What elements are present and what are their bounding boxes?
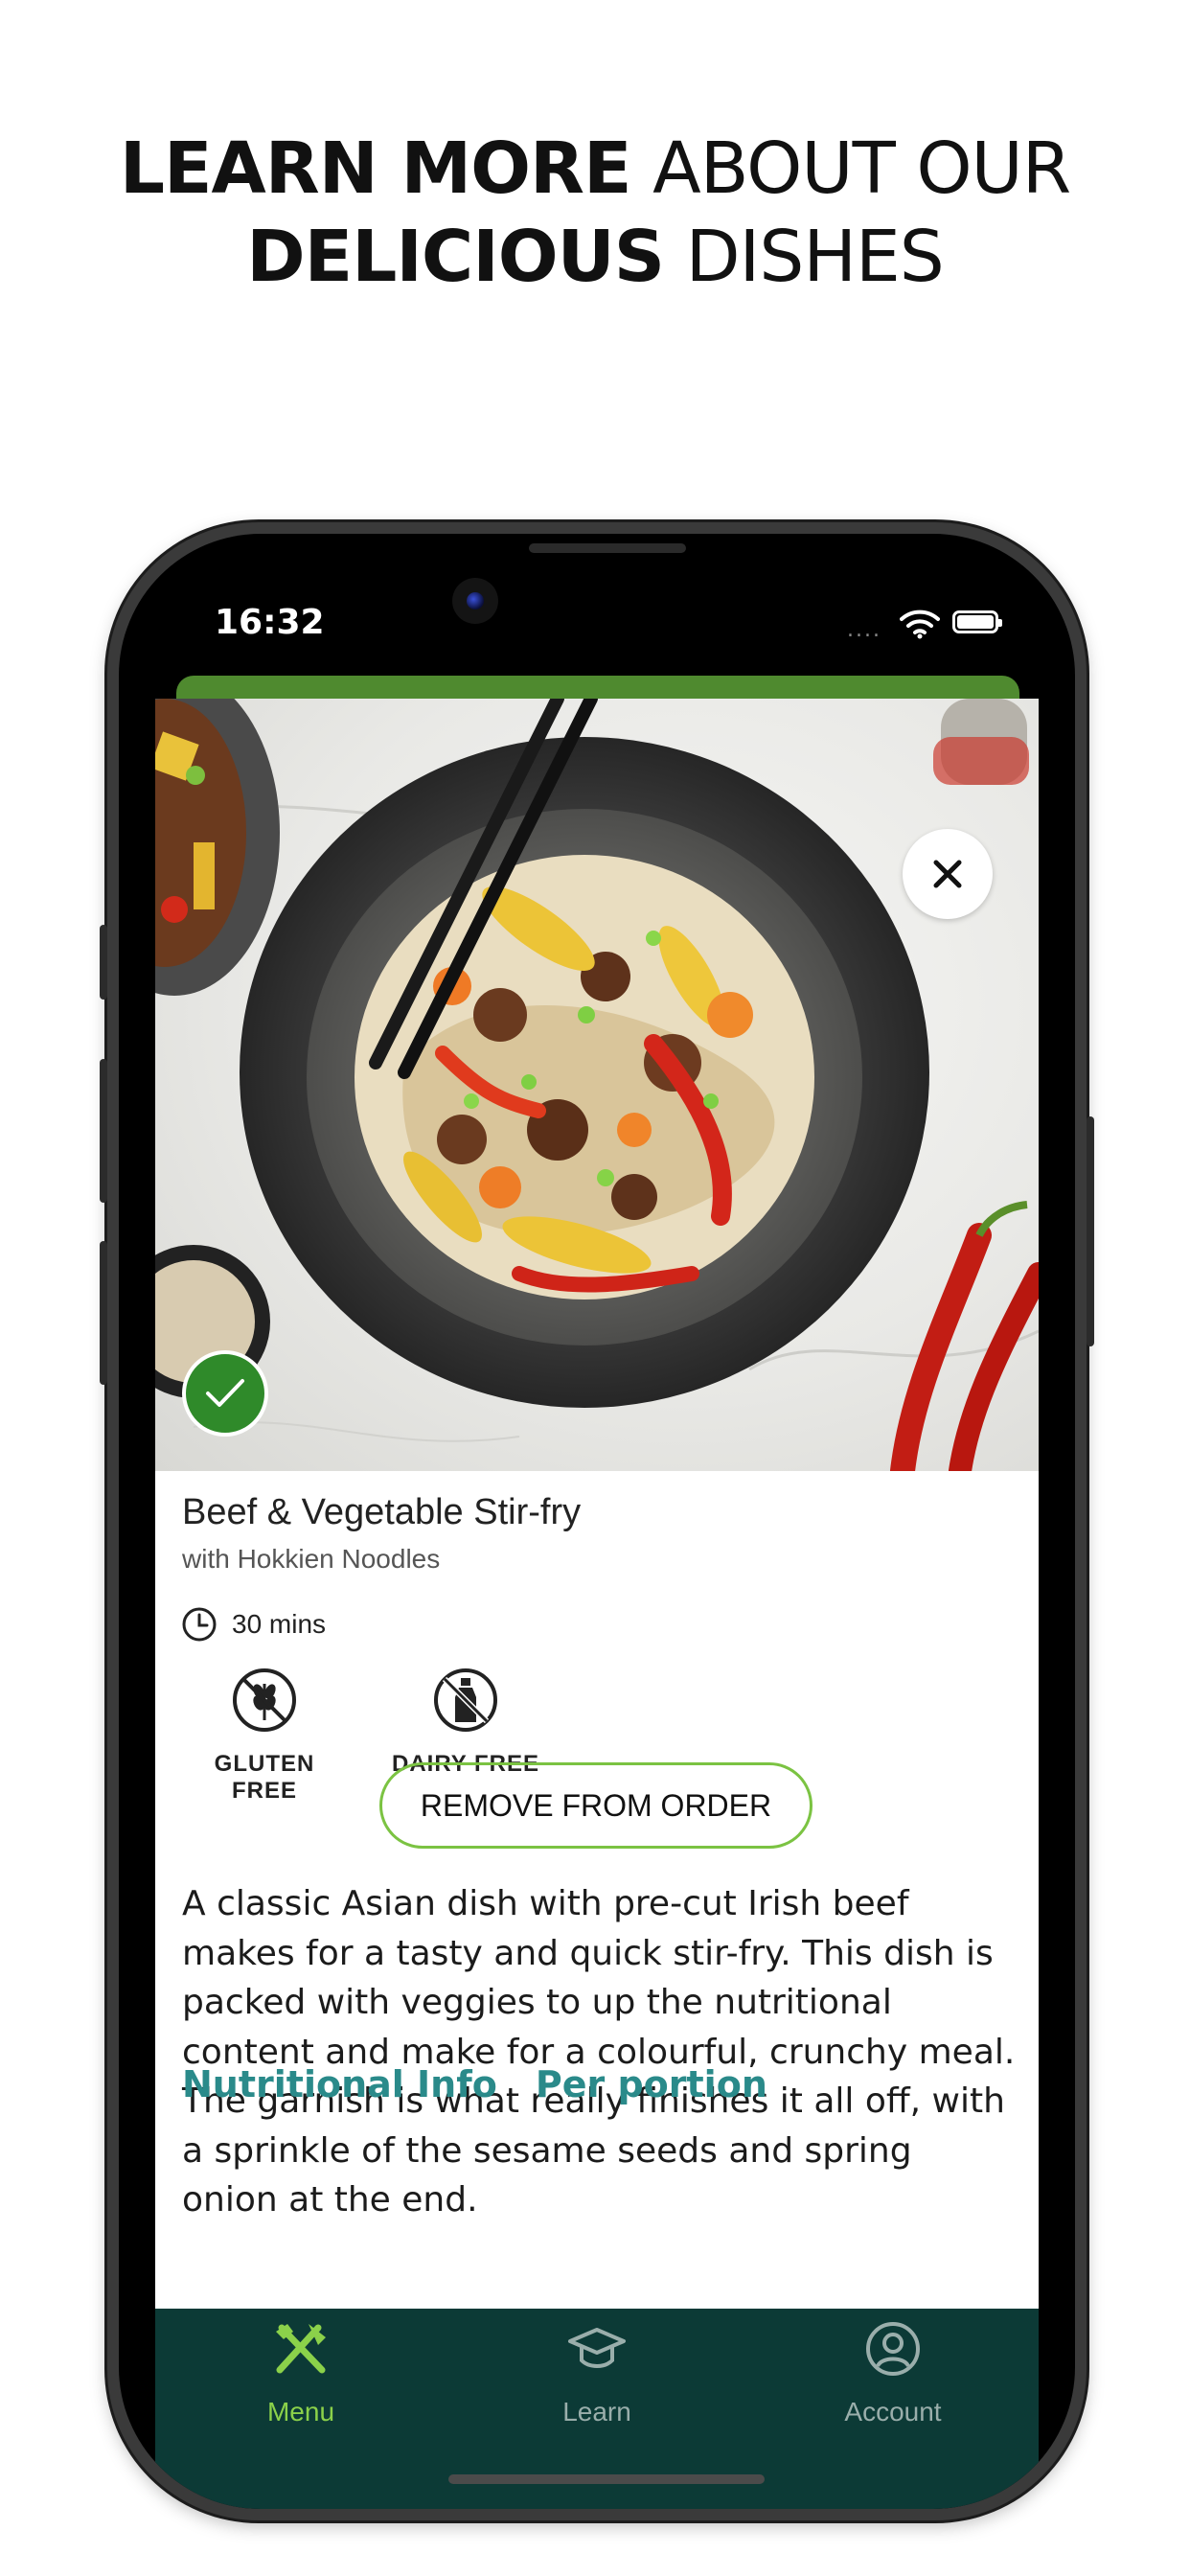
user-circle-icon — [866, 2322, 920, 2376]
dish-description: A classic Asian dish with pre-cut Irish … — [182, 1884, 1016, 2220]
checkmark-icon — [206, 1379, 244, 1407]
prep-time: 30 mins — [180, 1605, 326, 1644]
battery-icon — [952, 610, 1002, 633]
nutrition-title: Nutritional Info — [182, 2063, 497, 2105]
power-button — [1087, 1116, 1094, 1346]
headline-light-1: ABOUT OUR — [652, 127, 1071, 210]
nutrition-subtitle: Per portion — [535, 2063, 767, 2105]
gluten-free-icon — [233, 1668, 296, 1732]
headline-line-2: DELICIOUS DISHES — [0, 213, 1190, 301]
front-camera — [452, 578, 498, 624]
tab-menu[interactable]: Menu — [205, 2318, 397, 2427]
tab-account[interactable]: Account — [797, 2318, 989, 2427]
tab-learn[interactable]: Learn — [501, 2318, 693, 2427]
headline-line-1: LEARN MORE ABOUT OUR — [0, 125, 1190, 213]
volume-up-button — [100, 1059, 107, 1203]
remove-from-order-button[interactable]: REMOVE FROM ORDER — [379, 1762, 812, 1849]
cutlery-icon — [276, 2324, 326, 2374]
tab-menu-label: Menu — [266, 2397, 335, 2426]
dish-photo — [155, 699, 1039, 1471]
dairy-free-icon — [434, 1668, 497, 1732]
selected-check-badge — [182, 1350, 268, 1437]
prep-time-text: 30 mins — [232, 1609, 327, 1639]
headline-bold-1: LEARN MORE — [119, 127, 632, 210]
headline-bold-2: DELICIOUS — [246, 216, 665, 298]
tab-learn-label: Learn — [562, 2397, 631, 2426]
dish-title: Beef & Vegetable Stir-fry — [182, 1492, 582, 1532]
phone-screen: 16:32 .... Beef & Vegetable Stir-fry wit… — [119, 534, 1075, 2509]
dish-subtitle: with Hokkien Noodles — [182, 1544, 441, 1574]
signal-dots: .... — [847, 618, 881, 642]
headline-light-2: DISHES — [685, 216, 945, 298]
silent-switch — [100, 925, 107, 1000]
home-indicator[interactable] — [448, 2474, 765, 2484]
phone-frame: 16:32 .... Beef & Vegetable Stir-fry wit… — [100, 522, 1094, 2520]
speaker-grille — [529, 543, 686, 553]
gluten-free-label: GLUTEN FREE — [214, 1751, 315, 1804]
diet-badge-gluten-free: GLUTEN FREE — [180, 1667, 349, 1805]
diet-badge-dairy-free: DAIRY FREE — [381, 1667, 550, 1778]
promo-headline: LEARN MORE ABOUT OUR DELICIOUS DISHES — [0, 125, 1190, 301]
tab-account-label: Account — [844, 2397, 942, 2426]
close-button[interactable] — [903, 829, 993, 919]
clock-icon — [182, 1607, 217, 1642]
wifi-icon — [900, 610, 940, 639]
volume-down-button — [100, 1241, 107, 1385]
nutrition-heading[interactable]: Nutritional Info Per portion — [182, 2063, 767, 2105]
dish-photo-illustration — [155, 699, 1039, 1471]
status-time: 16:32 — [215, 603, 325, 642]
dish-detail-card: Beef & Vegetable Stir-fry with Hokkien N… — [155, 699, 1039, 2318]
graduation-cap-icon — [568, 2328, 626, 2368]
close-icon — [933, 860, 962, 888]
